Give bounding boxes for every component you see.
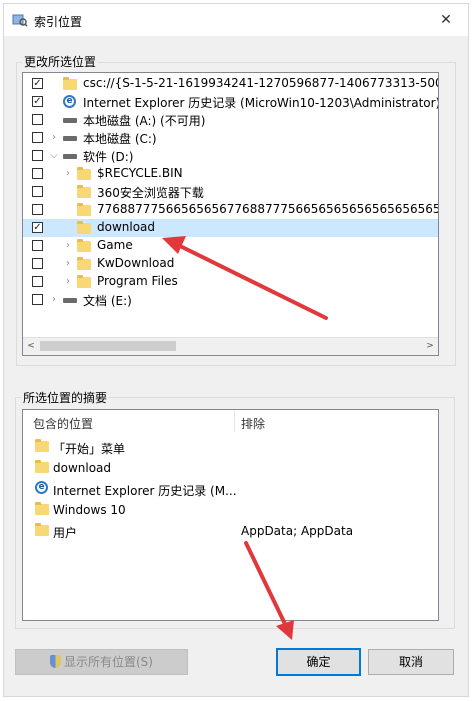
ok-label: 确定 [306, 655, 331, 669]
summary-included: Windows 10 [53, 503, 126, 517]
drive-icon [63, 154, 77, 159]
expand-closed-icon[interactable]: › [63, 238, 73, 254]
folder-icon [77, 239, 91, 252]
scroll-left-button[interactable]: < [23, 338, 39, 355]
show-all-label: 显示所有位置(S) [64, 655, 153, 669]
tree-item-checkbox[interactable] [32, 132, 43, 143]
uac-shield-icon [50, 655, 61, 668]
expand-closed-icon[interactable]: › [49, 292, 59, 308]
folder-icon [77, 275, 91, 288]
tree-item-checkbox[interactable]: ✓ [32, 96, 43, 107]
tree-item[interactable]: ✓ e Internet Explorer 历史记录 (MicroWin10-120… [23, 93, 438, 111]
tree-item[interactable]: › 本地磁盘 (C:) [23, 129, 438, 147]
folder-icon [35, 523, 49, 536]
tree-item[interactable]: › Program Files [23, 273, 438, 291]
column-divider[interactable] [234, 410, 235, 432]
folder-icon [35, 502, 49, 515]
tree-item-label: 本地磁盘 (A:) (不可用) [83, 114, 206, 128]
summary-included: download [53, 461, 112, 475]
summary-included: Internet Explorer 历史记录 (M... [53, 484, 237, 498]
tree-item[interactable]: ✓ download [23, 219, 438, 237]
summary-row[interactable]: download [23, 458, 438, 479]
tree-item-checkbox[interactable] [32, 294, 43, 305]
folder-icon [35, 439, 49, 452]
drive-icon [63, 298, 77, 303]
drive-icon [63, 136, 77, 141]
ok-button[interactable]: 确定 [276, 648, 361, 676]
summary-included: 用户 [53, 526, 78, 540]
folder-icon [77, 221, 91, 234]
drive-icon [63, 118, 77, 123]
tree-item-label: download [97, 220, 156, 234]
tree-item[interactable]: ✓ csc://{S-1-5-21-1619934241-1270596877-1… [23, 75, 438, 93]
summary-row[interactable]: e Internet Explorer 历史记录 (M... [23, 479, 438, 500]
tree-item-label: 本地磁盘 (C:) [83, 132, 157, 146]
tree-item-label: 软件 (D:) [83, 150, 134, 164]
indexing-app-icon [12, 14, 28, 27]
folder-icon [77, 185, 91, 198]
tree-item-label: $RECYCLE.BIN [97, 166, 183, 180]
tree-item-label: KwDownload [97, 256, 175, 270]
column-header-included[interactable]: 包含的位置 [33, 415, 93, 432]
expand-closed-icon[interactable]: › [49, 130, 59, 146]
tree-item-checkbox[interactable]: ✓ [32, 222, 43, 233]
folder-icon [35, 460, 49, 473]
tree-item-label: 7768877756656565677688777566565656565656… [97, 202, 438, 216]
tree-item-label: Game [97, 238, 133, 252]
expand-closed-icon[interactable]: › [63, 256, 73, 272]
tree-item[interactable]: ⌵ 软件 (D:) [23, 147, 438, 165]
expand-closed-icon[interactable]: › [63, 166, 73, 182]
tree-item-checkbox[interactable]: ✓ [32, 78, 43, 89]
tree-item-checkbox[interactable] [32, 168, 43, 179]
scrollbar-thumb[interactable] [40, 341, 176, 351]
summary-row[interactable]: Windows 10 [23, 500, 438, 521]
tree-item[interactable]: 本地磁盘 (A:) (不可用) [23, 111, 438, 129]
summary-row[interactable]: 「开始」菜单 [23, 437, 438, 458]
expand-open-icon[interactable]: ⌵ [49, 148, 59, 164]
column-header-excluded[interactable]: 排除 [241, 415, 265, 432]
close-icon: ✕ [440, 12, 452, 28]
tree-item-label: 文档 (E:) [83, 294, 132, 308]
tree-item-checkbox[interactable] [32, 276, 43, 287]
folder-icon [63, 77, 77, 90]
expand-closed-icon[interactable]: › [63, 274, 73, 290]
tree-item-label: csc://{S-1-5-21-1619934241-1270596877-14… [83, 76, 439, 90]
show-all-locations-button[interactable]: 显示所有位置(S) [15, 649, 188, 675]
tree-item-checkbox[interactable] [32, 150, 43, 161]
folder-icon [77, 257, 91, 270]
tree-item[interactable]: › KwDownload [23, 255, 438, 273]
close-button[interactable]: ✕ [432, 8, 460, 32]
tree-item-checkbox[interactable] [32, 186, 43, 197]
summary-excluded: AppData; AppData [241, 524, 354, 538]
change-locations-label: 更改所选位置 [22, 53, 99, 70]
summary-label: 所选位置的摘要 [21, 389, 110, 406]
tree-item[interactable]: 7768877756656565677688777566565656565656… [23, 201, 438, 219]
dialog-title: 索引位置 [34, 15, 83, 29]
tree-item[interactable]: › 文档 (E:) [23, 291, 438, 309]
tree-item-label: 360安全浏览器下载 [97, 186, 204, 200]
folder-icon [77, 167, 91, 180]
summary-included: 「开始」菜单 [53, 442, 126, 456]
summary-list[interactable]: 包含的位置 排除 「开始」菜单 download e Internet Explore… [22, 409, 439, 621]
tree-item-checkbox[interactable] [32, 240, 43, 251]
scroll-right-button[interactable]: > [422, 338, 438, 355]
tree-item-checkbox[interactable] [32, 204, 43, 215]
ie-icon: e [35, 481, 48, 494]
summary-row[interactable]: 用户 AppData; AppData [23, 521, 438, 542]
tree-item-checkbox[interactable] [32, 258, 43, 269]
folder-icon [77, 203, 91, 216]
title-bar[interactable]: 索引位置 ✕ [4, 4, 468, 36]
tree-item[interactable]: › Game [23, 237, 438, 255]
tree-item-label: Internet Explorer 历史记录 (MicroWin10-1203\… [83, 96, 439, 110]
cancel-label: 取消 [398, 655, 423, 669]
tree-item[interactable]: › $RECYCLE.BIN [23, 165, 438, 183]
locations-tree[interactable]: ✓ csc://{S-1-5-21-1619934241-1270596877-1… [22, 72, 439, 356]
ie-icon: e [63, 95, 76, 108]
horizontal-scrollbar[interactable]: < > [23, 337, 438, 355]
tree-item[interactable]: 360安全浏览器下载 [23, 183, 438, 201]
tree-item-label: Program Files [97, 274, 178, 288]
tree-item-checkbox[interactable] [32, 114, 43, 125]
cancel-button[interactable]: 取消 [368, 649, 454, 675]
